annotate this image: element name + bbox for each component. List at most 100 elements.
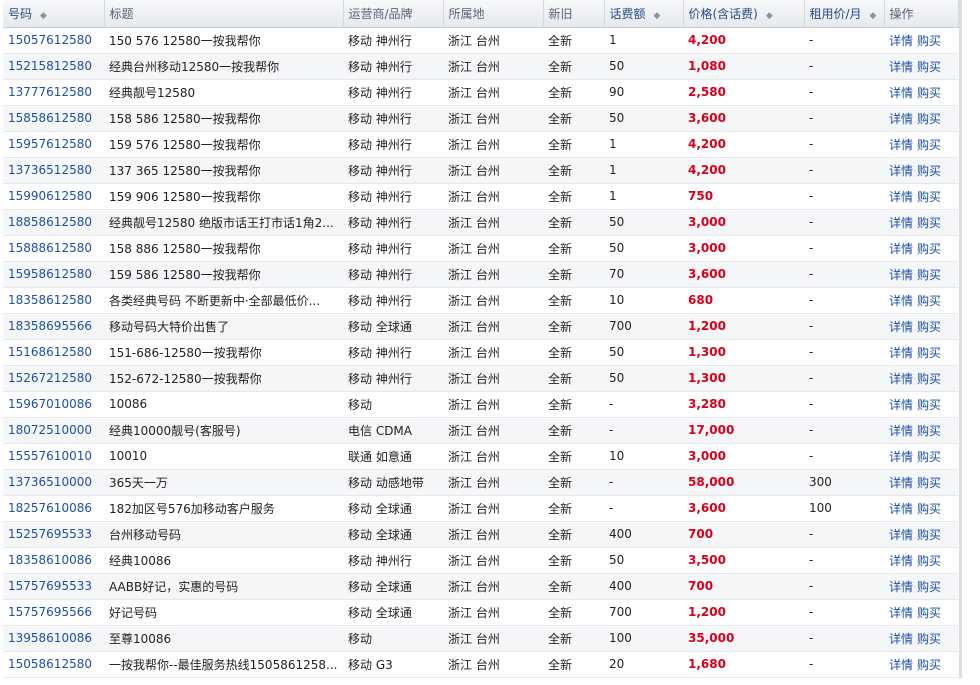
- cell-actions: 详情 购买: [884, 27, 958, 54]
- cell-number: 18072510000: [3, 417, 104, 444]
- detail-link[interactable]: 详情: [889, 632, 913, 646]
- number-link[interactable]: 18257610086: [8, 501, 92, 515]
- buy-link[interactable]: 购买: [917, 606, 941, 620]
- scrollbar[interactable]: [959, 0, 962, 678]
- number-link[interactable]: 15257695533: [8, 527, 92, 541]
- detail-link[interactable]: 详情: [889, 268, 913, 282]
- cell-condition: 全新: [543, 339, 604, 366]
- number-link[interactable]: 15757695566: [8, 605, 92, 619]
- detail-link[interactable]: 详情: [889, 398, 913, 412]
- sort-icon[interactable]: ◆: [654, 11, 661, 21]
- detail-link[interactable]: 详情: [889, 164, 913, 178]
- cell-number: 18858612580: [3, 209, 104, 236]
- number-link[interactable]: 18358695566: [8, 319, 92, 333]
- header-col-credit[interactable]: 话费额 ◆: [604, 0, 684, 28]
- number-link[interactable]: 15757695533: [8, 579, 92, 593]
- number-link[interactable]: 15858612580: [8, 111, 92, 125]
- number-link[interactable]: 18072510000: [8, 423, 92, 437]
- buy-link[interactable]: 购买: [917, 502, 941, 516]
- detail-link[interactable]: 详情: [889, 476, 913, 490]
- buy-link[interactable]: 购买: [917, 242, 941, 256]
- number-link[interactable]: 15215812580: [8, 59, 92, 73]
- number-link[interactable]: 15058612580: [8, 657, 92, 671]
- number-link[interactable]: 15990612580: [8, 189, 92, 203]
- buy-link[interactable]: 购买: [917, 554, 941, 568]
- number-link[interactable]: 13958610086: [8, 631, 92, 645]
- cell-rent: -: [804, 79, 884, 106]
- header-label: 话费额: [609, 6, 646, 21]
- number-link[interactable]: 15557610010: [8, 449, 92, 463]
- buy-link[interactable]: 购买: [917, 580, 941, 594]
- cell-rent: -: [804, 417, 884, 444]
- number-link[interactable]: 18358610086: [8, 553, 92, 567]
- number-link[interactable]: 18858612580: [8, 215, 92, 229]
- buy-link[interactable]: 购买: [917, 450, 941, 464]
- buy-link[interactable]: 购买: [917, 60, 941, 74]
- detail-link[interactable]: 详情: [889, 216, 913, 230]
- detail-link[interactable]: 详情: [889, 242, 913, 256]
- buy-link[interactable]: 购买: [917, 398, 941, 412]
- buy-link[interactable]: 购买: [917, 268, 941, 282]
- detail-link[interactable]: 详情: [889, 190, 913, 204]
- detail-link[interactable]: 详情: [889, 112, 913, 126]
- detail-link[interactable]: 详情: [889, 138, 913, 152]
- detail-link[interactable]: 详情: [889, 580, 913, 594]
- detail-link[interactable]: 详情: [889, 606, 913, 620]
- sort-icon[interactable]: ◆: [870, 11, 877, 21]
- cell-condition: 全新: [543, 599, 604, 626]
- detail-link[interactable]: 详情: [889, 372, 913, 386]
- buy-link[interactable]: 购买: [917, 528, 941, 542]
- detail-link[interactable]: 详情: [889, 528, 913, 542]
- buy-link[interactable]: 购买: [917, 476, 941, 490]
- cell-carrier: 移动 神州行: [343, 235, 443, 262]
- number-link[interactable]: 15958612580: [8, 267, 92, 281]
- buy-link[interactable]: 购买: [917, 164, 941, 178]
- buy-link[interactable]: 购买: [917, 138, 941, 152]
- buy-link[interactable]: 购买: [917, 112, 941, 126]
- number-link[interactable]: 13736512580: [8, 163, 92, 177]
- table-row: 18358610086 经典10086 移动 神州行 浙江 台州 全新 50 3,500- 详…: [3, 547, 958, 574]
- header-col-rent[interactable]: 租用价/月 ◆: [804, 0, 885, 28]
- detail-link[interactable]: 详情: [889, 86, 913, 100]
- buy-link[interactable]: 购买: [917, 216, 941, 230]
- number-link[interactable]: 15168612580: [8, 345, 92, 359]
- number-link[interactable]: 15957612580: [8, 137, 92, 151]
- sort-icon[interactable]: ◆: [40, 11, 47, 21]
- detail-link[interactable]: 详情: [889, 320, 913, 334]
- detail-link[interactable]: 详情: [889, 450, 913, 464]
- cell-credit: 400: [604, 521, 683, 548]
- detail-link[interactable]: 详情: [889, 34, 913, 48]
- sort-icon[interactable]: ◆: [766, 11, 773, 21]
- buy-link[interactable]: 购买: [917, 632, 941, 646]
- detail-link[interactable]: 详情: [889, 554, 913, 568]
- detail-link[interactable]: 详情: [889, 294, 913, 308]
- number-link[interactable]: 15057612580: [8, 33, 92, 47]
- buy-link[interactable]: 购买: [917, 34, 941, 48]
- header-col-number[interactable]: 号码 ◆: [3, 0, 105, 28]
- detail-link[interactable]: 详情: [889, 60, 913, 74]
- cell-condition: 全新: [543, 183, 604, 210]
- number-link[interactable]: 13736510000: [8, 475, 92, 489]
- detail-link[interactable]: 详情: [889, 658, 913, 672]
- header-col-price[interactable]: 价格(含话费) ◆: [683, 0, 805, 28]
- cell-location: 浙江 台州: [443, 469, 543, 496]
- detail-link[interactable]: 详情: [889, 424, 913, 438]
- cell-location: 浙江 台州: [443, 183, 543, 210]
- detail-link[interactable]: 详情: [889, 502, 913, 516]
- number-link[interactable]: 15267212580: [8, 371, 92, 385]
- buy-link[interactable]: 购买: [917, 190, 941, 204]
- buy-link[interactable]: 购买: [917, 658, 941, 672]
- buy-link[interactable]: 购买: [917, 424, 941, 438]
- buy-link[interactable]: 购买: [917, 320, 941, 334]
- number-link[interactable]: 15967010086: [8, 397, 92, 411]
- detail-link[interactable]: 详情: [889, 346, 913, 360]
- buy-link[interactable]: 购买: [917, 294, 941, 308]
- number-link[interactable]: 18358612580: [8, 293, 92, 307]
- buy-link[interactable]: 购买: [917, 346, 941, 360]
- cell-actions: 详情 购买: [884, 625, 958, 652]
- buy-link[interactable]: 购买: [917, 86, 941, 100]
- number-link[interactable]: 13777612580: [8, 85, 92, 99]
- cell-carrier: 移动 全球通: [343, 521, 443, 548]
- number-link[interactable]: 15888612580: [8, 241, 92, 255]
- buy-link[interactable]: 购买: [917, 372, 941, 386]
